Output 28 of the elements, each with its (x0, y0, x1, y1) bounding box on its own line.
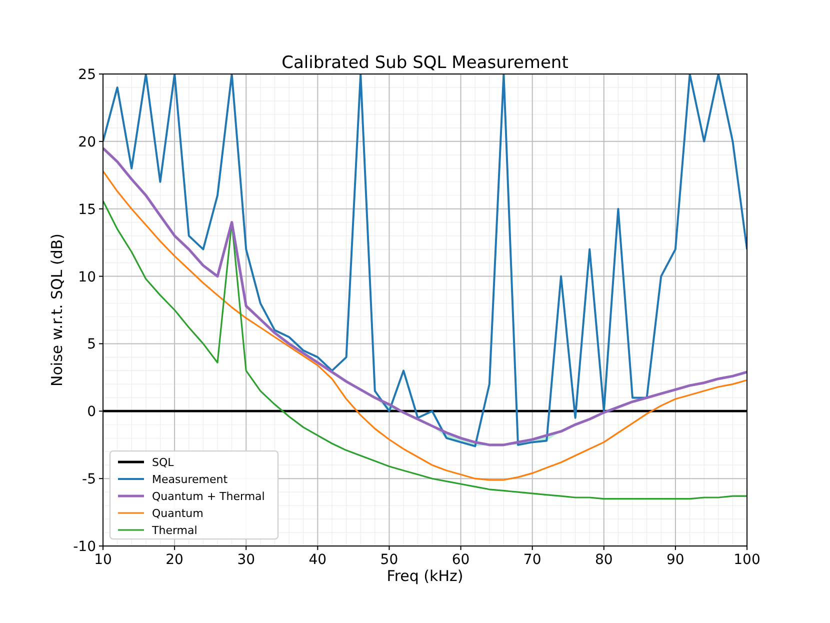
tick-label: 10 (78, 269, 96, 286)
tick-label: 15 (78, 202, 96, 218)
chart-title: Calibrated Sub SQL Measurement (282, 53, 568, 73)
tick-label: 25 (78, 67, 96, 83)
legend-swatch (118, 494, 144, 498)
tick-label: 60 (452, 552, 470, 568)
tick-label: -10 (73, 539, 96, 555)
legend-entry: Thermal (152, 524, 198, 537)
tick-label: 80 (594, 552, 613, 568)
tick-label: 90 (666, 552, 684, 568)
y-axis-label: Noise w.r.t. SQL (dB) (48, 234, 66, 386)
tick-label: 20 (166, 552, 184, 568)
legend-entry: Quantum + Thermal (152, 490, 265, 503)
legend-entry: Quantum (152, 507, 204, 520)
tick-label: 20 (78, 134, 96, 150)
tick-label: 0 (87, 404, 96, 420)
tick-label: 70 (523, 552, 542, 568)
legend-swatch (118, 460, 144, 464)
tick-label: 50 (380, 552, 398, 568)
x-axis-label: Freq (kHz) (386, 567, 464, 585)
legend-entry: Measurement (152, 473, 228, 486)
legend-entry: SQL (152, 456, 174, 469)
tick-label: 100 (734, 552, 760, 568)
tick-label: 10 (94, 552, 112, 568)
tick-label: 40 (308, 552, 327, 568)
tick-label: 5 (87, 336, 96, 353)
tick-label: -5 (82, 472, 96, 488)
tick-label: 30 (237, 552, 256, 568)
